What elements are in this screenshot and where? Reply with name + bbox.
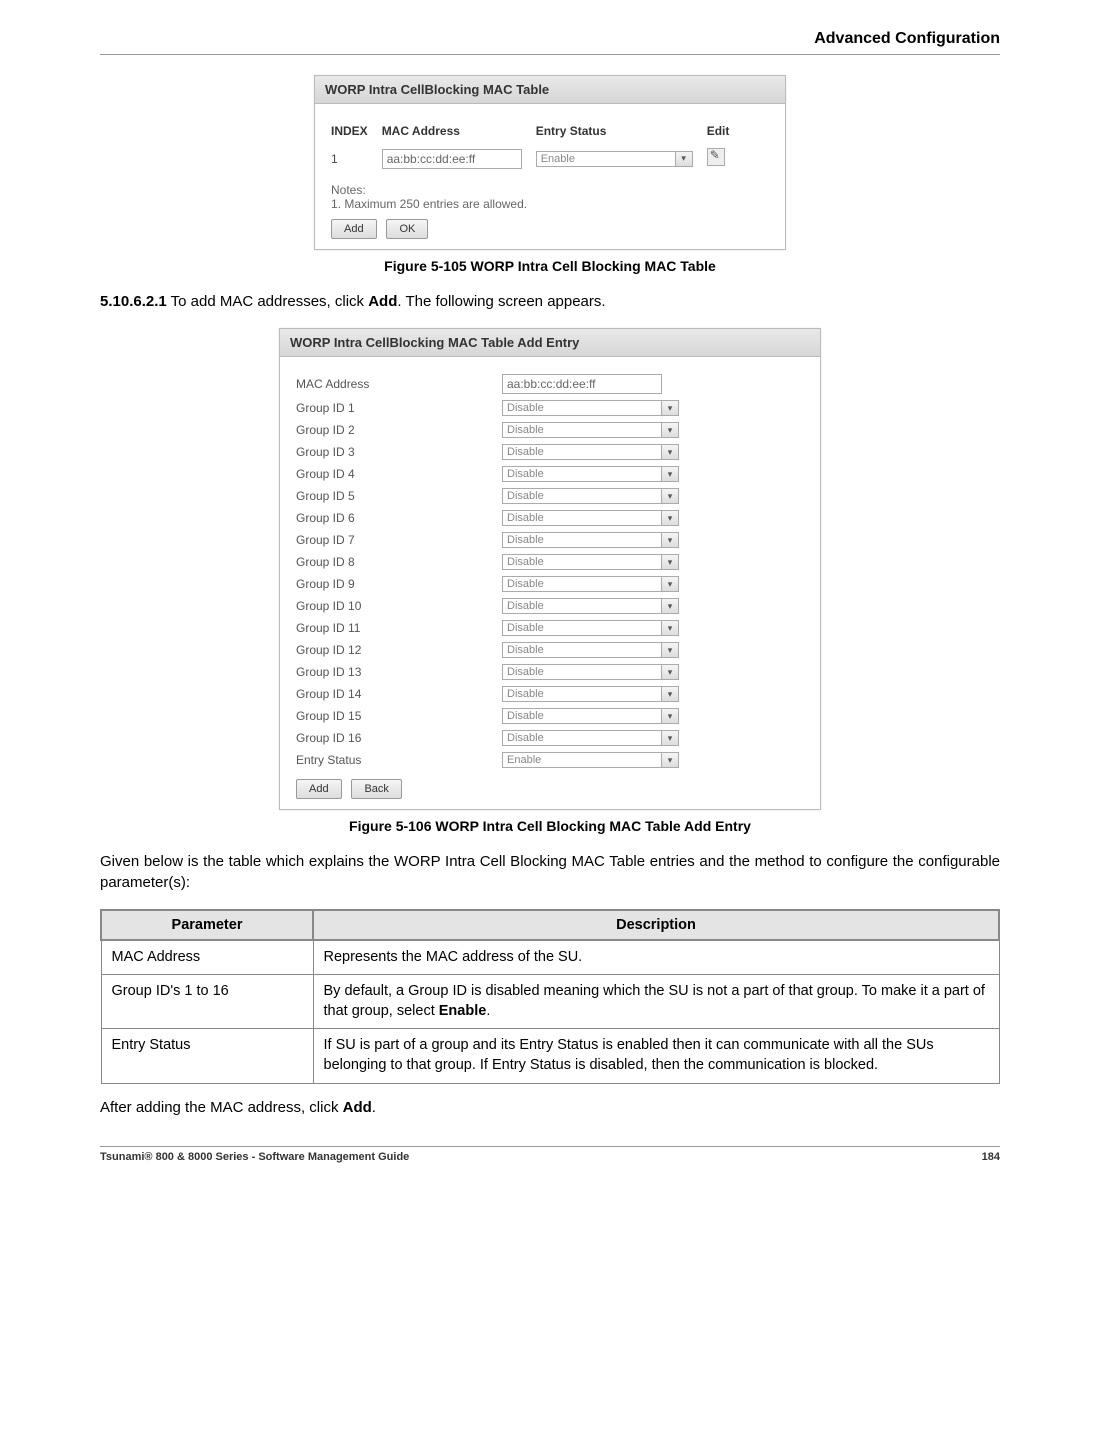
chevron-down-icon: ▾ — [661, 576, 679, 592]
notes-label: Notes: — [331, 183, 769, 197]
th-parameter: Parameter — [101, 910, 313, 940]
mac-table: INDEX MAC Address Entry Status Edit 1 En… — [331, 118, 743, 173]
paragraph-3: After adding the MAC address, click Add. — [100, 1098, 1000, 1118]
mac-table-panel: WORP Intra CellBlocking MAC Table INDEX … — [314, 75, 786, 250]
chevron-down-icon: ▾ — [661, 620, 679, 636]
form-select[interactable]: Disable▾ — [502, 444, 679, 460]
form-select[interactable]: Disable▾ — [502, 730, 679, 746]
form-select[interactable]: Disable▾ — [502, 576, 679, 592]
form-label: Group ID 4 — [296, 463, 502, 485]
edit-icon[interactable] — [707, 148, 725, 166]
chevron-down-icon: ▾ — [661, 488, 679, 504]
param-name: Entry Status — [101, 1029, 313, 1083]
form-label: Group ID 13 — [296, 661, 502, 683]
chevron-down-icon: ▾ — [661, 642, 679, 658]
chevron-down-icon: ▾ — [661, 686, 679, 702]
chevron-down-icon: ▾ — [661, 422, 679, 438]
panel-title: WORP Intra CellBlocking MAC Table Add En… — [280, 329, 820, 357]
form-label: Group ID 16 — [296, 727, 502, 749]
form-label: Group ID 10 — [296, 595, 502, 617]
form-label: Group ID 11 — [296, 617, 502, 639]
form-label: Group ID 12 — [296, 639, 502, 661]
th-description: Description — [313, 910, 999, 940]
form-select[interactable]: Disable▾ — [502, 598, 679, 614]
chevron-down-icon: ▾ — [661, 730, 679, 746]
form-select[interactable]: Disable▾ — [502, 510, 679, 526]
form-label: Group ID 8 — [296, 551, 502, 573]
param-name: Group ID's 1 to 16 — [101, 975, 313, 1029]
mac-input[interactable] — [382, 149, 522, 169]
chevron-down-icon: ▾ — [661, 598, 679, 614]
add-button[interactable]: Add — [296, 779, 342, 799]
form-select[interactable]: Disable▾ — [502, 642, 679, 658]
param-desc: By default, a Group ID is disabled meani… — [313, 975, 999, 1029]
paragraph-2: Given below is the table which explains … — [100, 852, 1000, 893]
form-label: Group ID 6 — [296, 507, 502, 529]
param-desc: Represents the MAC address of the SU. — [313, 940, 999, 975]
add-entry-form: MAC AddressGroup ID 1Disable▾Group ID 2D… — [296, 371, 804, 771]
chevron-down-icon: ▾ — [675, 151, 693, 167]
form-select[interactable]: Disable▾ — [502, 488, 679, 504]
form-select[interactable]: Disable▾ — [502, 708, 679, 724]
mac-address-input[interactable] — [502, 374, 662, 394]
form-label: Group ID 7 — [296, 529, 502, 551]
col-edit: Edit — [707, 118, 744, 144]
chevron-down-icon: ▾ — [661, 664, 679, 680]
form-label: Group ID 15 — [296, 705, 502, 727]
notes-line: 1. Maximum 250 entries are allowed. — [331, 197, 769, 211]
chevron-down-icon: ▾ — [661, 708, 679, 724]
form-label: Group ID 14 — [296, 683, 502, 705]
add-button[interactable]: Add — [331, 219, 377, 239]
chevron-down-icon: ▾ — [661, 554, 679, 570]
chevron-down-icon: ▾ — [661, 532, 679, 548]
panel-title: WORP Intra CellBlocking MAC Table — [315, 76, 785, 104]
form-select[interactable]: Disable▾ — [502, 466, 679, 482]
header-rule — [100, 54, 1000, 55]
cell-index: 1 — [331, 144, 382, 173]
paragraph-1: 5.10.6.2.1 To add MAC addresses, click A… — [100, 292, 1000, 312]
footer-left: Tsunami® 800 & 8000 Series - Software Ma… — [100, 1151, 409, 1163]
form-label: MAC Address — [296, 371, 502, 397]
chevron-down-icon: ▾ — [661, 510, 679, 526]
form-label: Group ID 3 — [296, 441, 502, 463]
chevron-down-icon: ▾ — [661, 400, 679, 416]
chevron-down-icon: ▾ — [661, 444, 679, 460]
col-status: Entry Status — [536, 118, 707, 144]
col-mac: MAC Address — [382, 118, 536, 144]
form-select[interactable]: Disable▾ — [502, 554, 679, 570]
figure-caption-2: Figure 5-106 WORP Intra Cell Blocking MA… — [100, 818, 1000, 834]
add-entry-panel: WORP Intra CellBlocking MAC Table Add En… — [279, 328, 821, 810]
section-header: Advanced Configuration — [100, 30, 1000, 54]
chevron-down-icon: ▾ — [661, 466, 679, 482]
parameter-table: Parameter Description MAC AddressReprese… — [100, 909, 1000, 1084]
back-button[interactable]: Back — [351, 779, 401, 799]
param-desc: If SU is part of a group and its Entry S… — [313, 1029, 999, 1083]
form-label: Group ID 1 — [296, 397, 502, 419]
footer-page-number: 184 — [982, 1151, 1000, 1163]
page-footer: Tsunami® 800 & 8000 Series - Software Ma… — [100, 1146, 1000, 1163]
form-select[interactable]: Disable▾ — [502, 532, 679, 548]
chevron-down-icon: ▾ — [661, 752, 679, 768]
figure-caption-1: Figure 5-105 WORP Intra Cell Blocking MA… — [100, 258, 1000, 274]
col-index: INDEX — [331, 118, 382, 144]
ok-button[interactable]: OK — [386, 219, 428, 239]
form-select[interactable]: Enable▾ — [502, 752, 679, 768]
status-select[interactable]: Enable ▾ — [536, 151, 693, 167]
form-select[interactable]: Disable▾ — [502, 664, 679, 680]
form-label: Group ID 5 — [296, 485, 502, 507]
form-select[interactable]: Disable▾ — [502, 422, 679, 438]
form-select[interactable]: Disable▾ — [502, 620, 679, 636]
form-select[interactable]: Disable▾ — [502, 400, 679, 416]
param-name: MAC Address — [101, 940, 313, 975]
form-label: Group ID 2 — [296, 419, 502, 441]
form-label: Group ID 9 — [296, 573, 502, 595]
form-label: Entry Status — [296, 749, 502, 771]
form-select[interactable]: Disable▾ — [502, 686, 679, 702]
